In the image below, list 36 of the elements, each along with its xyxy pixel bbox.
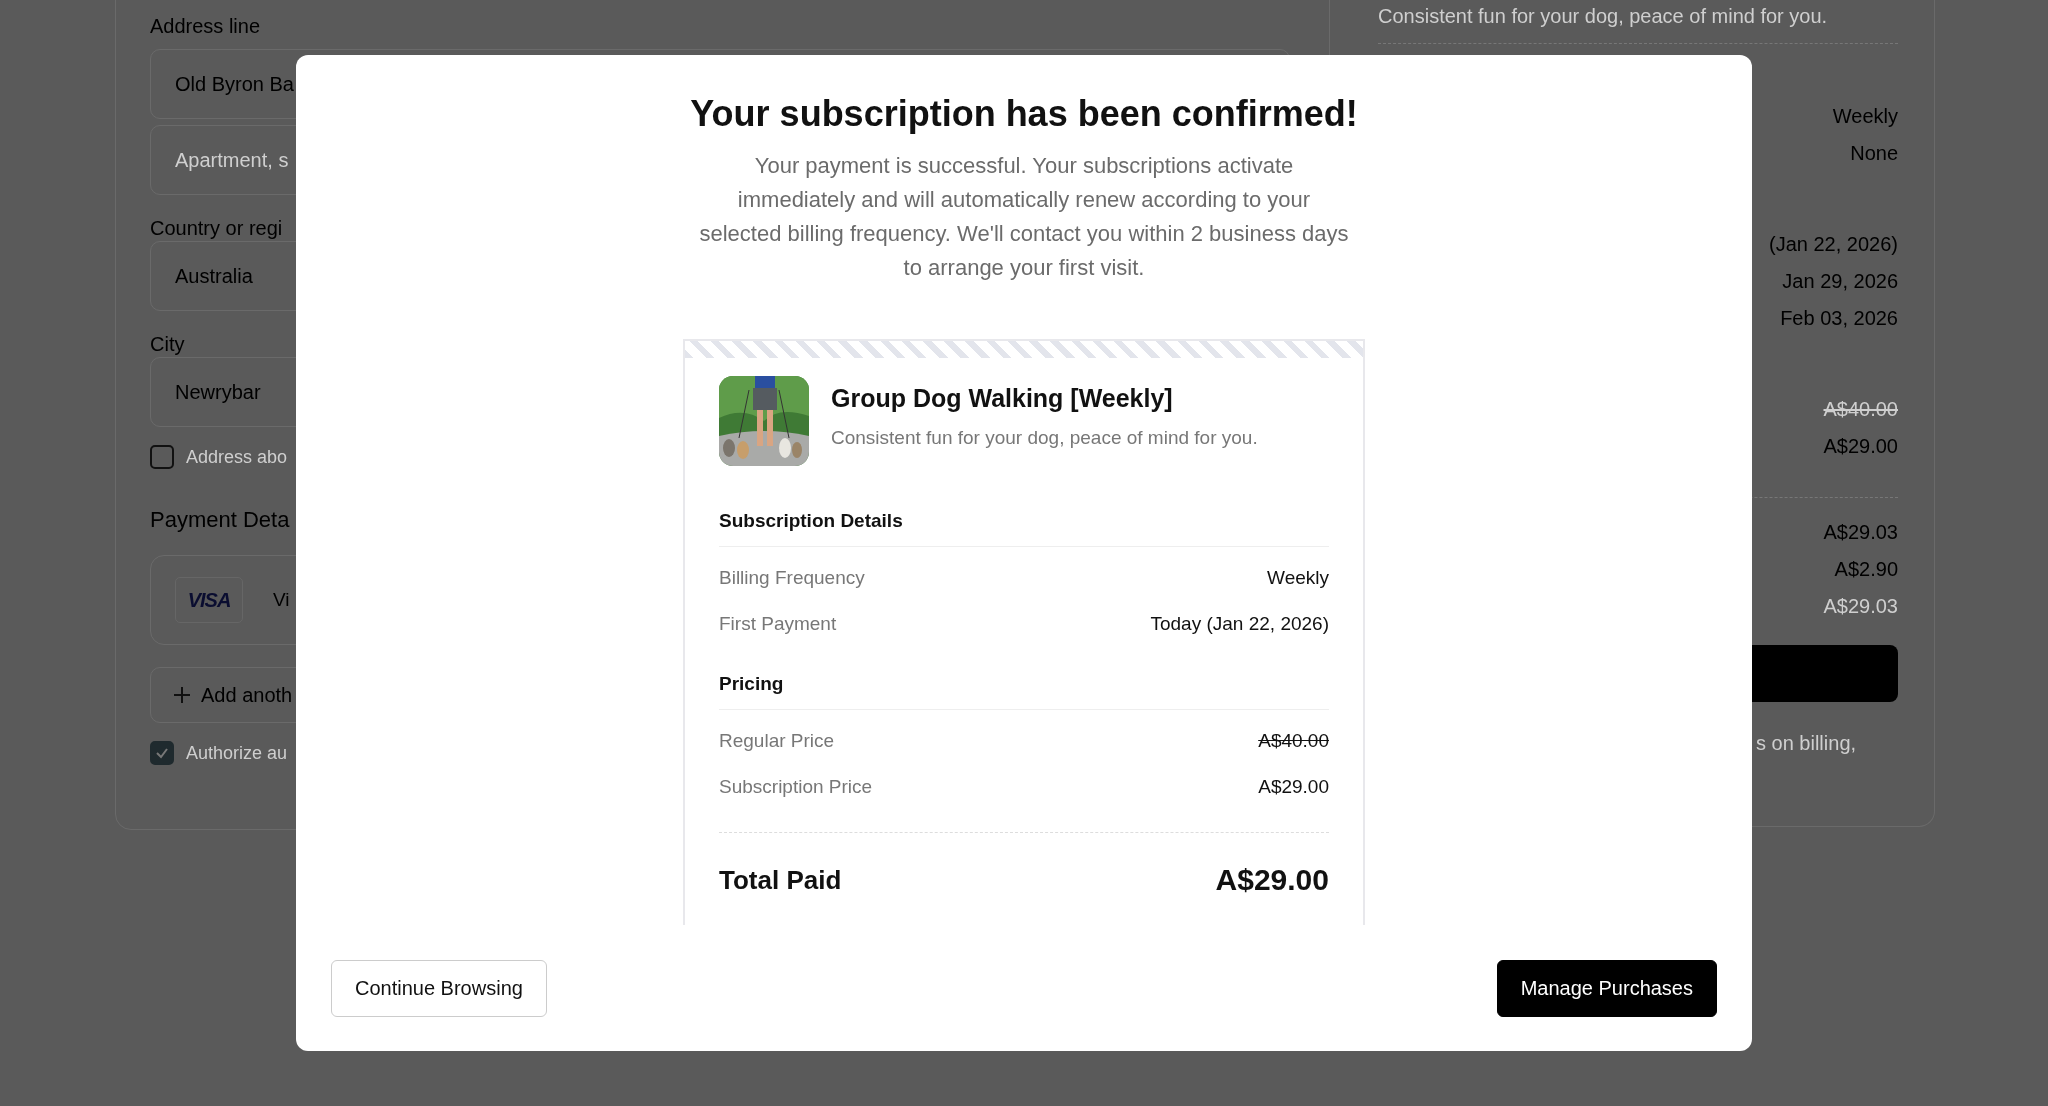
section-heading: Pricing <box>719 673 1329 710</box>
row-value: A$29.00 <box>1258 776 1329 798</box>
summary-value: Weekly <box>1832 104 1898 129</box>
field-label: Address line <box>150 14 261 39</box>
summary-value: A$29.03 <box>1823 594 1898 619</box>
row-value: Today (Jan 22, 2026) <box>1150 613 1329 635</box>
card-logo: VISA <box>175 577 243 623</box>
dialog-message: Your payment is successful. Your subscriptions activate immediately and will automatically renew according to your selected billing frequency. We'll contact you within 2 business days to arrange your first visit. <box>699 152 1349 282</box>
product-description: Consistent fun for your dog, peace of mind for you. <box>1378 3 1898 44</box>
summary-value: A$40.00 <box>1823 397 1898 422</box>
summary-value: Jan 29, 2026 <box>1782 269 1898 294</box>
card-label: Vi <box>273 589 290 611</box>
row-value: A$40.00 <box>1258 730 1329 752</box>
summary-value: Feb 03, 2026 <box>1780 306 1898 331</box>
checkbox-label: Authorize au <box>186 742 288 764</box>
summary-value: A$29.00 <box>1823 434 1898 459</box>
row-label: First Payment <box>719 613 837 635</box>
summary-value: None <box>1850 141 1898 166</box>
field-label: Country or regi <box>150 217 283 239</box>
billing-note: s on billing, <box>1756 732 1858 755</box>
row-label: Regular Price <box>719 730 835 752</box>
summary-value: A$2.90 <box>1834 557 1898 582</box>
total-value: A$29.00 <box>1215 863 1329 897</box>
row-value: Weekly <box>1267 567 1329 589</box>
checkbox-label: Address abo <box>186 446 288 468</box>
summary-value: (Jan 22, 2026) <box>1769 232 1898 257</box>
summary-value: A$29.03 <box>1823 520 1898 545</box>
section-title: Payment Deta <box>150 507 290 533</box>
row-label: Subscription Price <box>719 776 873 798</box>
section-heading: Subscription Details <box>719 510 1329 547</box>
dialog-title: Your subscription has been confirmed! <box>690 93 1358 135</box>
product-name: Group Dog Walking [Weekly] <box>831 384 1174 413</box>
product-description: Consistent fun for your dog, peace of mind for you. <box>831 427 1258 449</box>
total-label: Total Paid <box>719 864 842 896</box>
row-label: Billing Frequency <box>719 567 865 589</box>
field-label: City <box>150 333 185 355</box>
